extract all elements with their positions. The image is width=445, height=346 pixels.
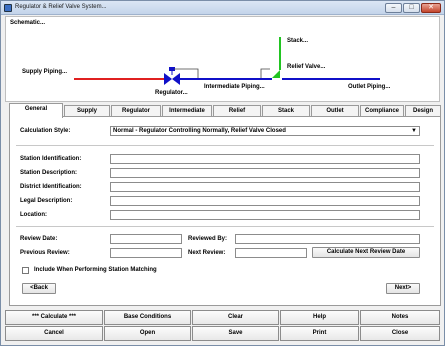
station-id-field[interactable]: [110, 154, 420, 164]
legal-desc-field[interactable]: [110, 196, 420, 206]
reviewed-by-field[interactable]: [235, 234, 420, 244]
tab-strip: General Supply Regulator Intermediate Re…: [9, 103, 441, 118]
next-button[interactable]: Next>: [386, 283, 420, 294]
close-button[interactable]: Close: [360, 326, 440, 341]
divider: [16, 145, 434, 146]
supply-piping-label[interactable]: Supply Piping...: [22, 69, 67, 75]
calculate-button[interactable]: *** Calculate ***: [5, 310, 103, 325]
open-button[interactable]: Open: [104, 326, 191, 341]
maximize-button[interactable]: □: [403, 3, 420, 13]
divider: [16, 226, 434, 227]
include-matching-label[interactable]: Include When Performing Station Matching: [34, 267, 157, 273]
print-button[interactable]: Print: [280, 326, 359, 341]
outlet-piping-label[interactable]: Outlet Piping...: [348, 84, 390, 90]
regulator-icon: [164, 67, 199, 85]
station-desc-field[interactable]: [110, 168, 420, 178]
review-date-field[interactable]: [110, 234, 182, 244]
review-date-label: Review Date:: [20, 236, 58, 242]
title-bar[interactable]: Regulator & Relief Valve System... – □ ✕: [1, 1, 444, 15]
help-button[interactable]: Help: [280, 310, 359, 325]
chevron-down-icon[interactable]: ▼: [410, 128, 418, 134]
next-review-field[interactable]: [235, 248, 307, 258]
schematic-panel: Schematic... Stack... Supply Piping... R…: [5, 16, 440, 102]
minimize-button[interactable]: –: [385, 3, 402, 13]
calc-style-value: Normal - Regulator Controlling Normally,…: [113, 128, 286, 134]
station-id-label: Station Identification:: [20, 156, 82, 162]
regulator-label[interactable]: Regulator...: [155, 90, 188, 96]
reviewed-by-label: Reviewed By:: [188, 236, 228, 242]
previous-review-field[interactable]: [110, 248, 182, 258]
next-review-label: Next Review:: [188, 250, 226, 256]
relief-valve-label[interactable]: Relief Valve...: [287, 64, 325, 70]
district-id-field[interactable]: [110, 182, 420, 192]
previous-review-label: Previous Review:: [20, 250, 70, 256]
app-icon: [4, 4, 12, 12]
notes-button[interactable]: Notes: [360, 310, 440, 325]
tab-general[interactable]: General: [9, 103, 63, 118]
location-field[interactable]: [110, 210, 420, 220]
clear-button[interactable]: Clear: [192, 310, 279, 325]
calc-style-label: Calculation Style:: [20, 128, 71, 134]
calc-style-dropdown[interactable]: Normal - Regulator Controlling Normally,…: [110, 126, 420, 136]
include-matching-checkbox[interactable]: [22, 267, 29, 274]
relief-valve-icon: [260, 68, 280, 78]
station-desc-label: Station Description:: [20, 170, 78, 176]
command-bar: *** Calculate *** Base Conditions Clear …: [5, 310, 440, 344]
schematic-diagram: [74, 37, 380, 85]
cancel-button[interactable]: Cancel: [5, 326, 103, 341]
calculate-next-review-button[interactable]: Calculate Next Review Date: [312, 247, 420, 258]
save-button[interactable]: Save: [192, 326, 279, 341]
back-button[interactable]: <Back: [22, 283, 56, 294]
location-label: Location:: [20, 212, 47, 218]
close-window-button[interactable]: ✕: [421, 3, 441, 13]
general-tab-panel: Calculation Style: Normal - Regulator Co…: [9, 116, 441, 306]
main-window: Regulator & Relief Valve System... – □ ✕…: [0, 0, 445, 346]
stack-label[interactable]: Stack...: [287, 38, 308, 44]
window-title: Regulator & Relief Valve System...: [15, 4, 107, 10]
intermediate-piping-label[interactable]: Intermediate Piping...: [204, 84, 265, 90]
legal-desc-label: Legal Description:: [20, 198, 73, 204]
district-id-label: District Identification:: [20, 184, 82, 190]
base-conditions-button[interactable]: Base Conditions: [104, 310, 191, 325]
